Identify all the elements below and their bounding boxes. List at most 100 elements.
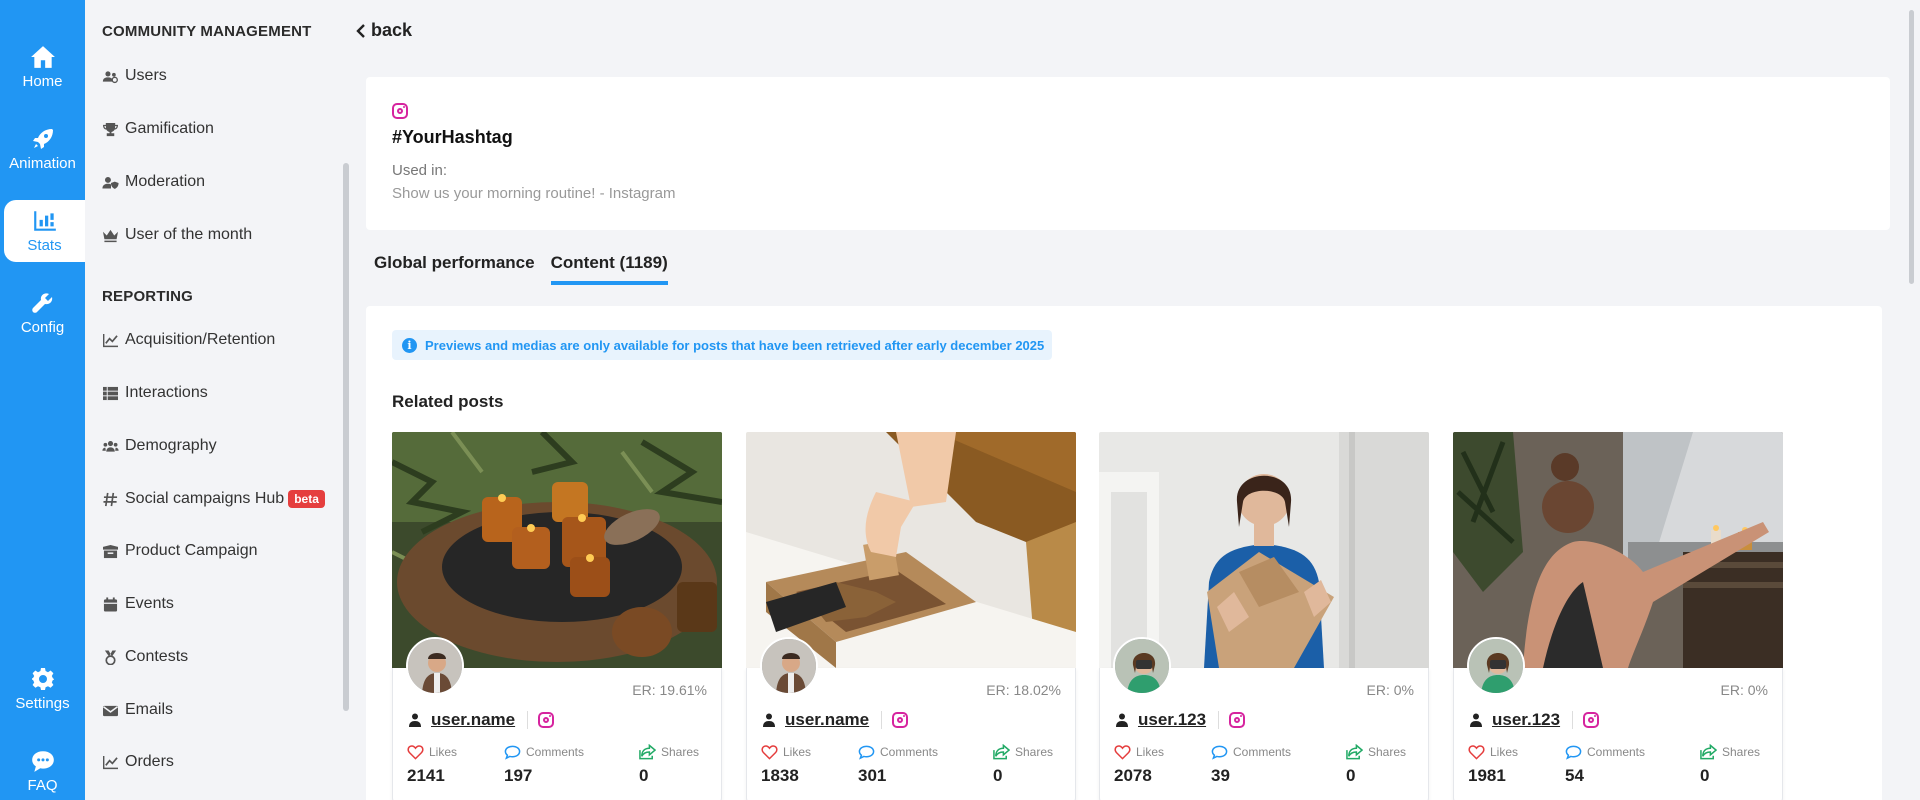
instagram-icon[interactable] <box>1583 712 1600 728</box>
post-card[interactable]: ER: 0% user.123 Likes 2078 Comments 39 S… <box>1099 432 1429 800</box>
share-icon <box>1700 744 1717 760</box>
rail-item-animation[interactable]: Animation <box>0 118 85 180</box>
hashtag-card: #YourHashtag Used in: Show us your morni… <box>366 77 1890 230</box>
used-in-label: Used in: <box>392 162 448 179</box>
shares-value: 0 <box>993 766 1003 785</box>
nav-item-demography[interactable]: Demography <box>102 433 217 459</box>
likes-value: 2141 <box>407 766 445 785</box>
shares-label: Shares <box>661 745 700 759</box>
envelope-icon <box>103 705 118 716</box>
info-banner-text: Previews and medias are only available f… <box>425 337 1045 353</box>
wrench-icon <box>31 292 52 313</box>
post-card[interactable]: ER: 19.61% user.name Likes 2141 Comments… <box>392 432 722 800</box>
nav-item-orders[interactable]: Orders <box>102 749 174 775</box>
nav-item-label: Contests <box>125 648 189 665</box>
nav-item-moderation[interactable]: Moderation <box>102 169 205 195</box>
comments-value: 197 <box>504 766 533 785</box>
nav-item-product-campaign[interactable]: Product Campaign <box>102 538 258 564</box>
tab-global-performance[interactable]: Global performance <box>374 253 535 285</box>
post-image-box[interactable] <box>746 432 1076 668</box>
comments-value: 39 <box>1211 766 1230 785</box>
calendar-icon <box>103 596 118 612</box>
info-banner: i Previews and medias are only available… <box>392 330 1053 360</box>
share-icon <box>639 744 656 760</box>
main-nav-rail: Home Animation Stats Config Settings FAQ <box>0 0 85 800</box>
comments-metric: Comments 39 <box>1211 744 1291 786</box>
comments-value: 54 <box>1565 766 1584 785</box>
user-icon <box>1116 713 1128 727</box>
nav-item-acquisition-retention[interactable]: Acquisition/Retention <box>102 327 275 353</box>
post-image-woman-bag[interactable] <box>1099 432 1429 668</box>
back-link[interactable]: back <box>355 20 412 41</box>
rail-item-label: Stats <box>27 236 62 254</box>
nav-item-interactions[interactable]: Interactions <box>102 380 208 406</box>
shares-metric: Shares 0 <box>1700 744 1760 786</box>
chevron-left-icon <box>356 23 365 38</box>
rail-item-label: Settings <box>15 694 70 712</box>
nav-item-label: Acquisition/Retention <box>125 331 276 348</box>
nav-item-users[interactable]: Users <box>102 63 167 89</box>
divider <box>881 711 883 729</box>
medal-icon <box>104 649 117 665</box>
nav-item-label: Orders <box>125 753 174 770</box>
nav-item-social-campaigns-hub[interactable]: Social campaigns Hub beta <box>102 486 325 512</box>
rail-item-settings[interactable]: Settings <box>0 658 85 720</box>
main-scrollbar[interactable] <box>1909 10 1914 284</box>
app-root: Home Animation Stats Config Settings FAQ… <box>0 0 1920 800</box>
hash-icon <box>103 492 118 506</box>
post-username[interactable]: user.name <box>431 710 515 730</box>
comment-icon <box>1211 745 1228 760</box>
shares-metric: Shares 0 <box>639 744 699 786</box>
post-image-candles[interactable] <box>392 432 722 668</box>
heart-icon <box>407 745 424 760</box>
used-in-value: Show us your morning routine! - Instagra… <box>392 185 676 202</box>
hashtag-title: #YourHashtag <box>392 127 513 147</box>
post-image-woman-window[interactable] <box>1453 432 1783 668</box>
tab-content[interactable]: Content (1189) <box>550 253 668 285</box>
nav-item-emails[interactable]: Emails <box>102 697 173 723</box>
comment-icon <box>858 745 875 760</box>
user-icon <box>409 713 421 727</box>
engagement-rate: ER: 0% <box>1720 682 1768 698</box>
shares-label: Shares <box>1368 745 1407 759</box>
nav-item-label: Demography <box>125 437 217 454</box>
rail-item-label: Home <box>22 72 63 90</box>
list-icon <box>103 386 118 400</box>
nav-item-user-of-the-month[interactable]: User of the month <box>102 222 252 248</box>
instagram-icon <box>392 103 408 119</box>
section-title-reporting: REPORTING <box>102 288 193 305</box>
shares-label: Shares <box>1722 745 1761 759</box>
beta-badge: beta <box>288 490 325 508</box>
shares-metric: Shares 0 <box>1346 744 1406 786</box>
nav-item-contests[interactable]: Contests <box>102 644 188 670</box>
nav-item-gamification[interactable]: Gamification <box>102 116 214 142</box>
rocket-icon <box>32 128 53 149</box>
instagram-icon[interactable] <box>892 712 909 728</box>
post-username[interactable]: user.123 <box>1492 710 1560 730</box>
subnav-scrollbar[interactable] <box>343 163 349 711</box>
rail-item-stats[interactable]: Stats <box>4 200 85 262</box>
comments-value: 301 <box>858 766 887 785</box>
avatar <box>1113 637 1171 695</box>
post-username[interactable]: user.name <box>785 710 869 730</box>
rail-item-home[interactable]: Home <box>0 36 85 98</box>
chat-icon <box>31 750 54 772</box>
likes-value: 1981 <box>1468 766 1506 785</box>
rail-item-faq[interactable]: FAQ <box>0 742 85 800</box>
likes-metric: Likes 1981 <box>1468 744 1518 786</box>
back-label: back <box>371 20 413 40</box>
instagram-icon[interactable] <box>538 712 555 728</box>
nav-item-events[interactable]: Events <box>102 591 174 617</box>
share-icon <box>1346 744 1363 760</box>
gear-icon <box>31 667 54 690</box>
box-icon <box>103 544 118 558</box>
instagram-icon[interactable] <box>1229 712 1246 728</box>
nav-item-label: Events <box>125 595 174 612</box>
avatar <box>406 637 464 695</box>
post-card[interactable]: ER: 18.02% user.name Likes 1838 Comments… <box>746 432 1076 800</box>
shares-label: Shares <box>1015 745 1054 759</box>
likes-metric: Likes 1838 <box>761 744 811 786</box>
rail-item-config[interactable]: Config <box>0 282 85 344</box>
post-username[interactable]: user.123 <box>1138 710 1206 730</box>
post-card[interactable]: ER: 0% user.123 Likes 1981 Comments 54 S… <box>1453 432 1783 800</box>
